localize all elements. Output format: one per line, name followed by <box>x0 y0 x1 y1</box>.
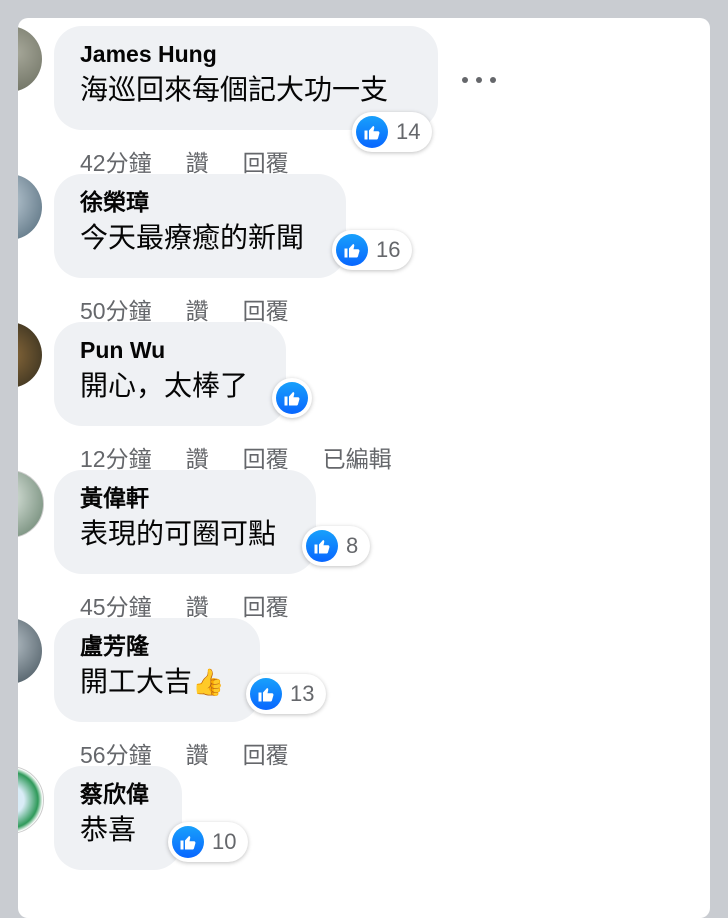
like-link[interactable]: 讚 <box>186 144 209 178</box>
reply-link[interactable]: 回覆 <box>243 144 289 178</box>
comment-text-body: 開工大吉 <box>80 666 193 697</box>
comment-meta: 50分鐘 讚 回覆 <box>80 292 323 326</box>
comment-time[interactable]: 42分鐘 <box>80 144 152 178</box>
like-link[interactable]: 讚 <box>186 588 209 622</box>
comment-text: 恭喜 <box>80 814 137 845</box>
comment-text: 表現的可圈可點 <box>80 518 277 549</box>
thumbs-up-icon <box>356 116 388 148</box>
comment-meta: 42分鐘 讚 回覆 <box>80 144 323 178</box>
reaction-summary[interactable] <box>272 378 312 418</box>
comment-text: 海巡回來每個記大功一支 <box>80 74 389 105</box>
comment-time[interactable]: 50分鐘 <box>80 292 152 326</box>
comment-time[interactable]: 56分鐘 <box>80 736 152 770</box>
comment-author[interactable]: 黃偉軒 <box>80 484 290 512</box>
reaction-summary[interactable]: 13 <box>246 674 327 714</box>
comments-panel: James Hung 海巡回來每個記大功一支 14 42分鐘 讚 回覆 徐榮璋 … <box>18 18 710 918</box>
edited-label: 已編輯 <box>322 446 392 472</box>
thumbs-up-icon <box>306 530 338 562</box>
avatar[interactable] <box>18 174 42 240</box>
reaction-count: 10 <box>212 829 237 854</box>
comment-text: 今天最療癒的新聞 <box>80 222 305 253</box>
comment-author[interactable]: James Hung <box>80 40 412 68</box>
reaction-count: 14 <box>396 119 421 144</box>
thumbs-up-icon <box>172 826 204 858</box>
like-link[interactable]: 讚 <box>186 292 209 326</box>
comment-author[interactable]: 盧芳隆 <box>80 632 234 660</box>
reaction-count: 8 <box>346 533 359 558</box>
thumbs-up-emoji: 👍 <box>192 667 225 697</box>
comment-bubble: 黃偉軒 表現的可圈可點 <box>54 470 316 574</box>
like-link[interactable]: 讚 <box>186 440 209 474</box>
like-link[interactable]: 讚 <box>186 736 209 770</box>
thumbs-up-icon <box>336 234 368 266</box>
reaction-summary[interactable]: 16 <box>332 230 413 270</box>
comment-author[interactable]: 蔡欣偉 <box>80 780 156 808</box>
comment-meta: 45分鐘 讚 回覆 <box>80 588 323 622</box>
avatar[interactable] <box>18 26 42 92</box>
comment-bubble: Pun Wu 開心，太棒了 <box>54 322 286 426</box>
avatar[interactable] <box>18 470 44 538</box>
thumbs-up-icon <box>276 382 308 414</box>
comment-time[interactable]: 12分鐘 <box>80 440 152 474</box>
reaction-count: 13 <box>290 681 315 706</box>
reply-link[interactable]: 回覆 <box>243 588 289 622</box>
comment-author[interactable]: 徐榮璋 <box>80 188 320 216</box>
avatar[interactable] <box>18 322 42 388</box>
reply-link[interactable]: 回覆 <box>243 440 289 474</box>
comment-time[interactable]: 45分鐘 <box>80 588 152 622</box>
comment-text: 開工大吉👍 <box>80 662 234 702</box>
comment-meta: 56分鐘 讚 回覆 <box>80 736 323 770</box>
reply-link[interactable]: 回覆 <box>243 736 289 770</box>
reaction-summary[interactable]: 8 <box>302 526 371 566</box>
thumbs-up-icon <box>250 678 282 710</box>
reaction-count: 16 <box>376 237 401 262</box>
comment-text: 開心，太棒了 <box>80 370 249 401</box>
reaction-summary[interactable]: 14 <box>352 112 433 152</box>
reaction-summary[interactable]: 10 <box>168 822 249 862</box>
avatar[interactable] <box>18 618 42 684</box>
avatar[interactable] <box>18 766 44 834</box>
comment-bubble: 徐榮璋 今天最療癒的新聞 <box>54 174 346 278</box>
reply-link[interactable]: 回覆 <box>243 292 289 326</box>
comment-bubble: 蔡欣偉 恭喜 <box>54 766 182 870</box>
comment-meta: 12分鐘 讚 回覆 已編輯 <box>80 440 426 474</box>
more-options-icon[interactable] <box>462 70 496 90</box>
comment-author[interactable]: Pun Wu <box>80 336 260 364</box>
comment-bubble: 盧芳隆 開工大吉👍 <box>54 618 260 722</box>
